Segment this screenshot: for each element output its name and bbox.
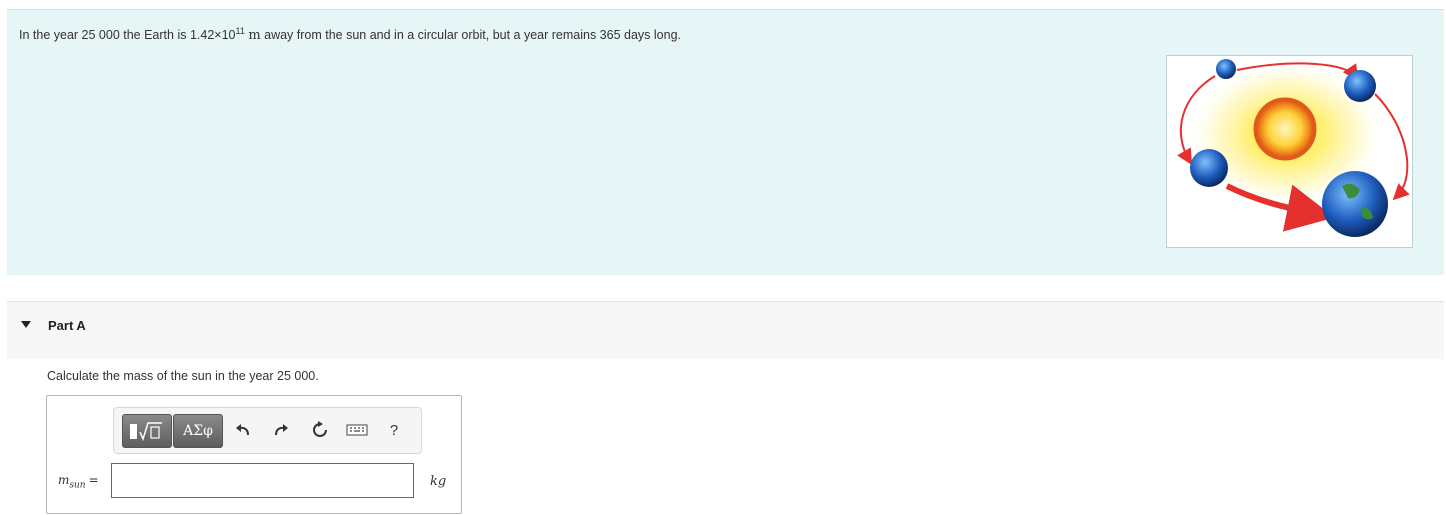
sun-earth-orbit-illustration [1177, 59, 1410, 237]
problem-statement-panel: In the year 25 000 the Earth is 1.42×101… [7, 9, 1444, 275]
earth-icon-left [1190, 149, 1228, 187]
undo-button[interactable] [231, 418, 255, 442]
templates-icon [130, 422, 162, 442]
redo-icon [275, 424, 288, 436]
distance-exponent: 11 [235, 26, 245, 36]
variable-symbol: m [58, 473, 70, 487]
question-text: Calculate the mass of the sun in the yea… [47, 369, 319, 383]
equals-sign: = [88, 473, 99, 487]
part-title: Part A [48, 318, 86, 333]
earth-icon-top-left [1216, 59, 1236, 79]
math-toolbar: ΑΣφ ? [113, 407, 422, 454]
answer-variable-label: msun = [58, 473, 99, 490]
redo-button[interactable] [269, 418, 293, 442]
sun-icon [1253, 97, 1317, 161]
greek-letters-button[interactable]: ΑΣφ [173, 414, 223, 448]
answer-input[interactable] [111, 463, 414, 498]
problem-text: In the year 25 000 the Earth is 1.42×101… [19, 26, 681, 43]
reset-button[interactable] [308, 418, 332, 442]
problem-text-main: In the year 25 000 the Earth is 1.42×10 [19, 28, 236, 43]
reset-icon [313, 421, 327, 437]
keyboard-icon [346, 424, 368, 436]
help-button[interactable]: ? [382, 418, 406, 442]
help-icon: ? [389, 421, 399, 439]
templates-button[interactable] [122, 414, 172, 448]
undo-icon [236, 424, 249, 436]
variable-subscript: sun [69, 480, 86, 491]
orbit-figure [1166, 55, 1413, 248]
caret-down-icon[interactable] [21, 321, 31, 328]
earth-icon-top-right [1344, 70, 1376, 102]
answer-box: ΑΣφ ? msun = kg [46, 395, 462, 514]
earth-icon-bottom-right [1322, 171, 1388, 237]
problem-text-rest: away from the sun and in a circular orbi… [260, 28, 681, 43]
part-a-header[interactable]: Part A [7, 301, 1444, 359]
answer-unit: kg [430, 474, 447, 489]
distance-unit: m [248, 28, 261, 44]
keyboard-button[interactable] [345, 418, 369, 442]
